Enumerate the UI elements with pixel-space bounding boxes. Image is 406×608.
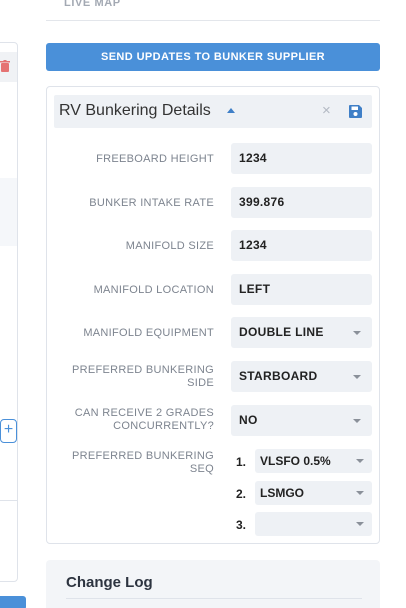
left-highlight-row: [0, 178, 17, 246]
caret-up-icon[interactable]: [227, 108, 235, 113]
panel-header[interactable]: RV Bunkering Details ×: [54, 95, 372, 128]
close-icon[interactable]: ×: [322, 102, 331, 120]
seq-value: LSMGO: [260, 486, 304, 500]
chevron-down-icon: [353, 375, 361, 379]
manifold-size-label: MANIFOLD SIZE: [125, 240, 214, 252]
change-log-divider: [66, 598, 362, 599]
freeboard-height-field[interactable]: 1234: [231, 143, 372, 174]
seq-value: VLSFO 0.5%: [260, 454, 331, 468]
two-grades-select[interactable]: NO: [231, 405, 372, 436]
seq-select-1[interactable]: VLSFO 0.5%: [255, 449, 372, 473]
freeboard-height-label: FREEBOARD HEIGHT: [96, 153, 214, 165]
plus-icon[interactable]: +: [0, 419, 17, 443]
chevron-down-icon: [356, 459, 364, 463]
live-map-link[interactable]: LIVE MAP: [64, 0, 121, 9]
change-log-title: Change Log: [66, 574, 153, 591]
two-grades-value: NO: [239, 413, 258, 427]
preferred-bunkering-seq-label: PREFERRED BUNKERING SEQ: [72, 450, 214, 475]
seq-number: 3.: [236, 518, 247, 532]
preferred-bunkering-side-label: PREFERRED BUNKERING SIDE: [72, 364, 214, 389]
save-icon[interactable]: [349, 105, 362, 118]
chevron-down-icon: [353, 331, 361, 335]
chevron-down-icon: [353, 419, 361, 423]
bunker-intake-rate-label: BUNKER INTAKE RATE: [89, 197, 214, 209]
chevron-down-icon: [356, 491, 364, 495]
manifold-location-label: MANIFOLD LOCATION: [93, 284, 214, 296]
seq-number: 1.: [236, 455, 247, 469]
preferred-bunkering-side-select[interactable]: STARBOARD: [231, 361, 372, 392]
bunker-intake-rate-field[interactable]: 399.876: [231, 187, 372, 218]
manifold-size-field[interactable]: 1234: [231, 230, 372, 261]
chevron-down-icon: [356, 522, 364, 526]
preferred-bunkering-side-value: STARBOARD: [239, 369, 318, 383]
manifold-equipment-select[interactable]: DOUBLE LINE: [231, 317, 372, 348]
send-updates-button[interactable]: SEND UPDATES TO BUNKER SUPPLIER: [46, 43, 380, 71]
seq-select-3[interactable]: [255, 512, 372, 536]
seq-select-2[interactable]: LSMGO: [255, 481, 372, 505]
manifold-equipment-label: MANIFOLD EQUIPMENT: [83, 327, 214, 339]
trash-icon[interactable]: [0, 60, 10, 72]
top-divider: [46, 20, 380, 21]
change-log-card: Change Log: [46, 560, 380, 608]
bunkering-details-panel: RV Bunkering Details × FREEBOARD HEIGHT …: [46, 86, 380, 544]
left-action-button[interactable]: [0, 596, 26, 608]
seq-number: 2.: [236, 487, 247, 501]
panel-title: RV Bunkering Details: [59, 102, 211, 119]
left-card: [0, 42, 18, 582]
manifold-location-field[interactable]: LEFT: [231, 274, 372, 305]
left-divider: [0, 500, 17, 501]
manifold-equipment-value: DOUBLE LINE: [239, 325, 324, 339]
two-grades-label: CAN RECEIVE 2 GRADES CONCURRENTLY?: [74, 407, 214, 432]
